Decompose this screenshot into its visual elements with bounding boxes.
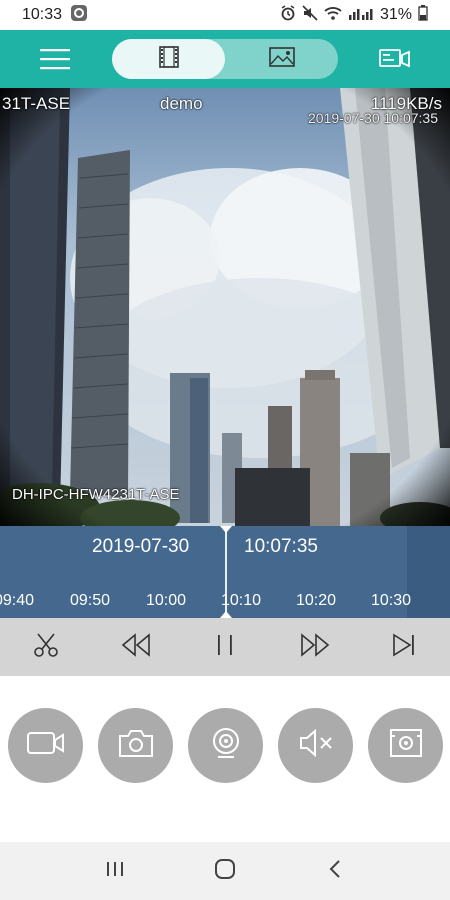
rewind-icon (120, 632, 152, 663)
playback-timeline[interactable]: 2019-07-30 10:07:35 09:40 09:50 10:00 10… (0, 526, 450, 618)
tick-label: 10:10 (221, 592, 262, 609)
camera-icon (117, 727, 155, 764)
wifi-icon (324, 5, 342, 26)
pause-icon (212, 632, 238, 663)
view-mode-toggle (112, 39, 338, 79)
playback-controls (0, 618, 450, 676)
camera-title: demo (160, 94, 203, 113)
fast-forward-icon (299, 632, 331, 663)
video-player[interactable]: 31T-ASE demo 1119KB/s 2019-07-30 10:07:3… (0, 88, 450, 526)
camera-feed-image (0, 88, 450, 526)
home-icon (213, 857, 237, 886)
timeline-cursor-top-marker (220, 526, 232, 533)
signal-icon (348, 6, 374, 25)
home-button[interactable] (205, 851, 245, 891)
scissors-icon (32, 631, 60, 664)
camera-list-icon[interactable] (378, 44, 412, 74)
skip-next-icon (390, 632, 418, 663)
tick-label: 10:30 (371, 592, 412, 609)
battery-icon (418, 4, 428, 26)
tick-label: 10:20 (296, 592, 337, 609)
status-time: 10:33 (22, 6, 63, 23)
action-buttons (0, 676, 450, 842)
tick-label: 10:00 (146, 592, 187, 609)
clip-button[interactable] (26, 627, 66, 667)
timeline-time: 10:07:35 (244, 536, 318, 557)
segment-image[interactable] (225, 39, 338, 79)
video-timestamp: 2019-07-30 10:07:35 (308, 110, 438, 126)
mute-icon (302, 4, 318, 26)
record-button[interactable] (8, 708, 83, 783)
tick-label: 09:50 (70, 592, 111, 609)
pause-button[interactable] (205, 627, 245, 667)
recent-apps-button[interactable] (95, 851, 135, 891)
fisheye-button[interactable] (188, 708, 263, 783)
segment-video-playback[interactable] (112, 39, 225, 79)
back-button[interactable] (315, 851, 355, 891)
frame-capture-icon (388, 727, 424, 764)
camera-model-label: DH-IPC-HFW4231T-ASE (12, 486, 180, 503)
video-camera-icon (26, 728, 66, 763)
tick-label: 09:40 (0, 592, 35, 609)
media-icon (70, 4, 88, 27)
step-back-button[interactable] (116, 627, 156, 667)
recent-apps-icon (104, 859, 126, 884)
next-button[interactable] (384, 627, 424, 667)
system-nav-bar (0, 842, 450, 900)
fast-forward-button[interactable] (295, 627, 335, 667)
alarm-icon (280, 4, 296, 26)
image-icon (268, 46, 296, 73)
battery-percent: 31% (379, 6, 412, 23)
channel-label: 31T-ASE (2, 94, 71, 113)
capture-frame-button[interactable] (368, 708, 443, 783)
top-toolbar (0, 30, 450, 88)
film-icon (157, 45, 181, 73)
timeline-date: 2019-07-30 (92, 536, 190, 557)
fisheye-icon (208, 725, 244, 766)
status-bar: 10:33 31% (0, 0, 450, 30)
sound-button[interactable] (278, 708, 353, 783)
back-icon (325, 858, 345, 885)
speaker-mute-icon (297, 727, 335, 764)
snapshot-button[interactable] (98, 708, 173, 783)
menu-icon[interactable] (38, 44, 72, 74)
timeline-ticks: 09:40 09:50 10:00 10:10 10:20 10:30 (0, 592, 450, 618)
